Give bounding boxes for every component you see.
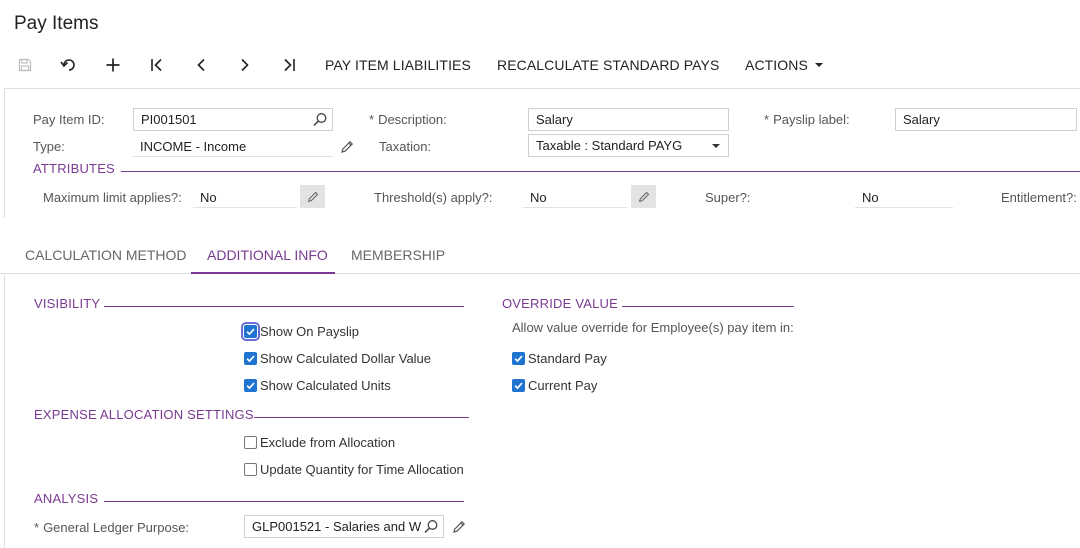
checkbox-label: Standard Pay (528, 351, 607, 366)
override-note: Allow value override for Employee(s) pay… (512, 320, 794, 335)
current-pay-checkbox[interactable]: Current Pay (512, 378, 597, 393)
threshold-edit-button[interactable] (631, 185, 656, 208)
gl-purpose-label: * General Ledger Purpose: (34, 520, 189, 535)
search-icon[interactable] (423, 518, 439, 535)
payslip-label-text: Payslip label: (773, 112, 850, 127)
tab-additional-info[interactable]: ADDITIONAL INFO (191, 236, 335, 274)
next-record-icon[interactable] (231, 52, 259, 78)
pay-item-id-input[interactable]: PI001501 (133, 108, 333, 131)
update-quantity-time-allocation-checkbox[interactable]: Update Quantity for Time Allocation (244, 462, 464, 477)
threshold-label: Threshold(s) apply?: (374, 190, 493, 205)
expense-allocation-divider (254, 417, 469, 418)
description-input[interactable]: Salary (528, 108, 729, 131)
super-value: No (855, 186, 953, 208)
checkbox-label: Show Calculated Units (260, 378, 391, 393)
checkbox-unchecked-icon (244, 463, 257, 476)
show-calculated-units-checkbox[interactable]: Show Calculated Units (244, 378, 391, 393)
type-label: Type: (33, 139, 65, 154)
actions-label: ACTIONS (745, 57, 808, 73)
required-mark: * (34, 520, 40, 535)
visibility-heading: VISIBILITY (34, 296, 101, 311)
toolbar: PAY ITEM LIABILITIES RECALCULATE STANDAR… (0, 46, 1080, 84)
first-record-icon[interactable] (143, 52, 171, 78)
pay-item-id-value: PI001501 (141, 112, 197, 127)
taxation-select[interactable]: Taxable : Standard PAYG (528, 134, 729, 157)
threshold-value: No (523, 186, 627, 208)
form-header-panel: Pay Item ID: PI001501 Type: INCOME - Inc… (4, 88, 1080, 218)
chevron-down-icon (814, 63, 823, 68)
analysis-divider (104, 501, 464, 502)
attributes-heading: ATTRIBUTES (33, 161, 115, 176)
show-calculated-dollar-value-checkbox[interactable]: Show Calculated Dollar Value (244, 351, 431, 366)
checkbox-label: Show On Payslip (260, 324, 359, 339)
checkbox-checked-icon (244, 379, 257, 392)
checkbox-label: Exclude from Allocation (260, 435, 396, 450)
gl-purpose-input[interactable]: GLP001521 - Salaries and W (244, 515, 444, 538)
entitlement-label: Entitlement?: (1001, 190, 1077, 205)
override-value-heading: OVERRIDE VALUE (502, 296, 618, 311)
chevron-down-icon (712, 144, 720, 148)
checkbox-checked-icon (512, 379, 525, 392)
expense-allocation-heading: EXPENSE ALLOCATION SETTINGS (34, 407, 254, 422)
last-record-icon[interactable] (275, 52, 303, 78)
save-icon[interactable] (11, 52, 39, 78)
maximum-limit-label: Maximum limit applies?: (43, 190, 182, 205)
type-value: INCOME - Income (133, 135, 333, 157)
description-label-text: Description: (378, 112, 447, 127)
taxation-label: Taxation: (379, 139, 432, 154)
edit-pencil-icon[interactable] (339, 139, 355, 155)
actions-menu-button[interactable]: ACTIONS (745, 57, 823, 73)
gl-purpose-label-text: General Ledger Purpose: (43, 520, 190, 535)
additional-info-panel: VISIBILITY Show On Payslip Show Calculat… (4, 275, 1080, 548)
previous-record-icon[interactable] (187, 52, 215, 78)
undo-icon[interactable] (55, 52, 83, 78)
required-mark: * (369, 112, 375, 127)
tab-calculation-method[interactable]: CALCULATION METHOD (25, 236, 187, 274)
checkbox-checked-icon (512, 352, 525, 365)
pay-item-id-label: Pay Item ID: (33, 112, 105, 127)
show-on-payslip-checkbox[interactable]: Show On Payslip (241, 322, 359, 341)
edit-pencil-icon (638, 191, 649, 202)
add-icon[interactable] (99, 52, 127, 78)
gl-purpose-value: GLP001521 - Salaries and W (252, 519, 422, 534)
page-title: Pay Items (14, 13, 99, 34)
checkbox-label: Current Pay (528, 378, 598, 393)
override-value-divider (622, 306, 794, 307)
payslip-label-input[interactable]: Salary (895, 108, 1077, 131)
tab-bar: CALCULATION METHOD ADDITIONAL INFO MEMBE… (0, 236, 1080, 274)
payslip-label-label: * Payslip label: (764, 112, 850, 127)
required-mark: * (764, 112, 770, 127)
exclude-from-allocation-checkbox[interactable]: Exclude from Allocation (244, 435, 395, 450)
maximum-limit-edit-button[interactable] (300, 185, 325, 208)
tab-membership[interactable]: MEMBERSHIP (351, 236, 461, 274)
visibility-divider (104, 306, 464, 307)
checkbox-checked-icon (241, 322, 260, 341)
search-icon[interactable] (312, 111, 328, 128)
checkbox-unchecked-icon (244, 436, 257, 449)
taxation-value: Taxable : Standard PAYG (536, 138, 683, 153)
edit-pencil-icon[interactable] (451, 519, 467, 535)
edit-pencil-icon (307, 191, 318, 202)
recalculate-standard-pays-button[interactable]: RECALCULATE STANDARD PAYS (497, 57, 719, 73)
description-label: * Description: (369, 112, 447, 127)
checkbox-checked-icon (244, 352, 257, 365)
standard-pay-checkbox[interactable]: Standard Pay (512, 351, 607, 366)
maximum-limit-value: No (193, 186, 297, 208)
super-label: Super?: (705, 190, 751, 205)
analysis-heading: ANALYSIS (34, 491, 99, 506)
attributes-divider (121, 171, 1080, 172)
pay-item-liabilities-button[interactable]: PAY ITEM LIABILITIES (325, 57, 471, 73)
checkbox-label: Show Calculated Dollar Value (260, 351, 432, 366)
checkbox-label: Update Quantity for Time Allocation (260, 462, 464, 477)
